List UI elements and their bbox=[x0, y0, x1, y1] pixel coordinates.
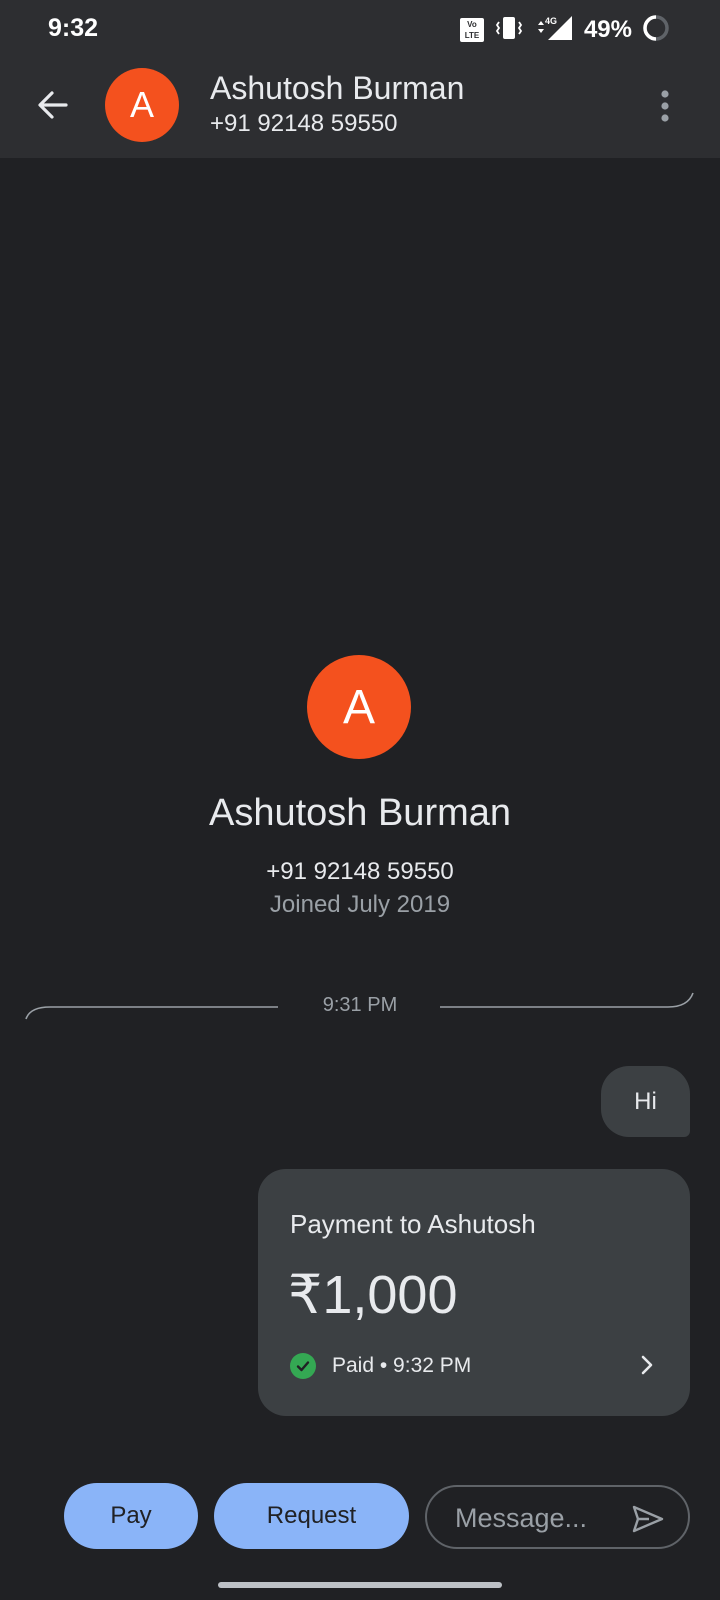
message-input[interactable] bbox=[455, 1499, 615, 1537]
check-circle-icon bbox=[290, 1353, 316, 1379]
arrow-back-icon bbox=[38, 91, 68, 119]
sent-message-bubble[interactable]: Hi bbox=[601, 1066, 690, 1137]
network-label: 4G bbox=[545, 16, 557, 26]
chat-header: A Ashutosh Burman +91 92148 59550 bbox=[0, 60, 720, 158]
header-avatar-initial: A bbox=[129, 84, 154, 125]
more-options-button[interactable] bbox=[650, 86, 680, 126]
profile-joined: Joined July 2019 bbox=[269, 891, 451, 918]
volte-icon: Vo LTE bbox=[459, 18, 484, 42]
back-button[interactable] bbox=[30, 82, 76, 128]
signal-4g-icon: 4G bbox=[534, 15, 574, 46]
top-bar: 9:32 Vo LTE 4G 49% A Ashutosh Burman +91… bbox=[0, 0, 720, 158]
more-vert-icon bbox=[661, 90, 669, 122]
request-button[interactable]: Request bbox=[214, 1483, 409, 1549]
divider-time: 9:31 PM bbox=[322, 994, 398, 1016]
request-button-label: Request bbox=[266, 1502, 357, 1529]
battery-percent: 49% bbox=[583, 16, 632, 43]
vibrate-icon bbox=[494, 15, 524, 46]
header-contact-name[interactable]: Ashutosh Burman bbox=[210, 70, 464, 107]
pay-button[interactable]: Pay bbox=[64, 1483, 198, 1549]
volte-label: Vo LTE bbox=[464, 20, 480, 40]
payment-card[interactable]: Payment to Ashutosh ₹1,000 Paid • 9:32 P… bbox=[258, 1169, 690, 1416]
payment-status: Paid • 9:32 PM bbox=[332, 1354, 472, 1377]
chevron-right-icon[interactable] bbox=[632, 1350, 662, 1380]
status-bar: 9:32 Vo LTE 4G 49% bbox=[0, 0, 720, 60]
status-icons: Vo LTE 4G 49% bbox=[459, 14, 670, 47]
header-avatar[interactable]: A bbox=[105, 68, 179, 142]
message-field[interactable] bbox=[425, 1485, 690, 1549]
header-contact-phone: +91 92148 59550 bbox=[210, 110, 398, 137]
profile-avatar: A bbox=[307, 655, 411, 759]
send-button[interactable] bbox=[630, 1501, 666, 1537]
profile-avatar-initial: A bbox=[342, 680, 375, 734]
message-text: Hi bbox=[634, 1087, 657, 1115]
pay-button-label: Pay bbox=[110, 1502, 152, 1529]
payment-status-row: Paid • 9:32 PM bbox=[290, 1353, 471, 1379]
home-indicator[interactable] bbox=[218, 1582, 502, 1588]
status-time: 9:32 bbox=[48, 14, 99, 42]
payment-amount: ₹1,000 bbox=[288, 1265, 458, 1325]
send-icon bbox=[632, 1505, 664, 1533]
battery-ring-icon bbox=[642, 14, 670, 47]
profile-name: Ashutosh Burman bbox=[208, 792, 512, 834]
profile-phone: +91 92148 59550 bbox=[266, 858, 454, 885]
payment-title: Payment to Ashutosh bbox=[290, 1209, 536, 1239]
